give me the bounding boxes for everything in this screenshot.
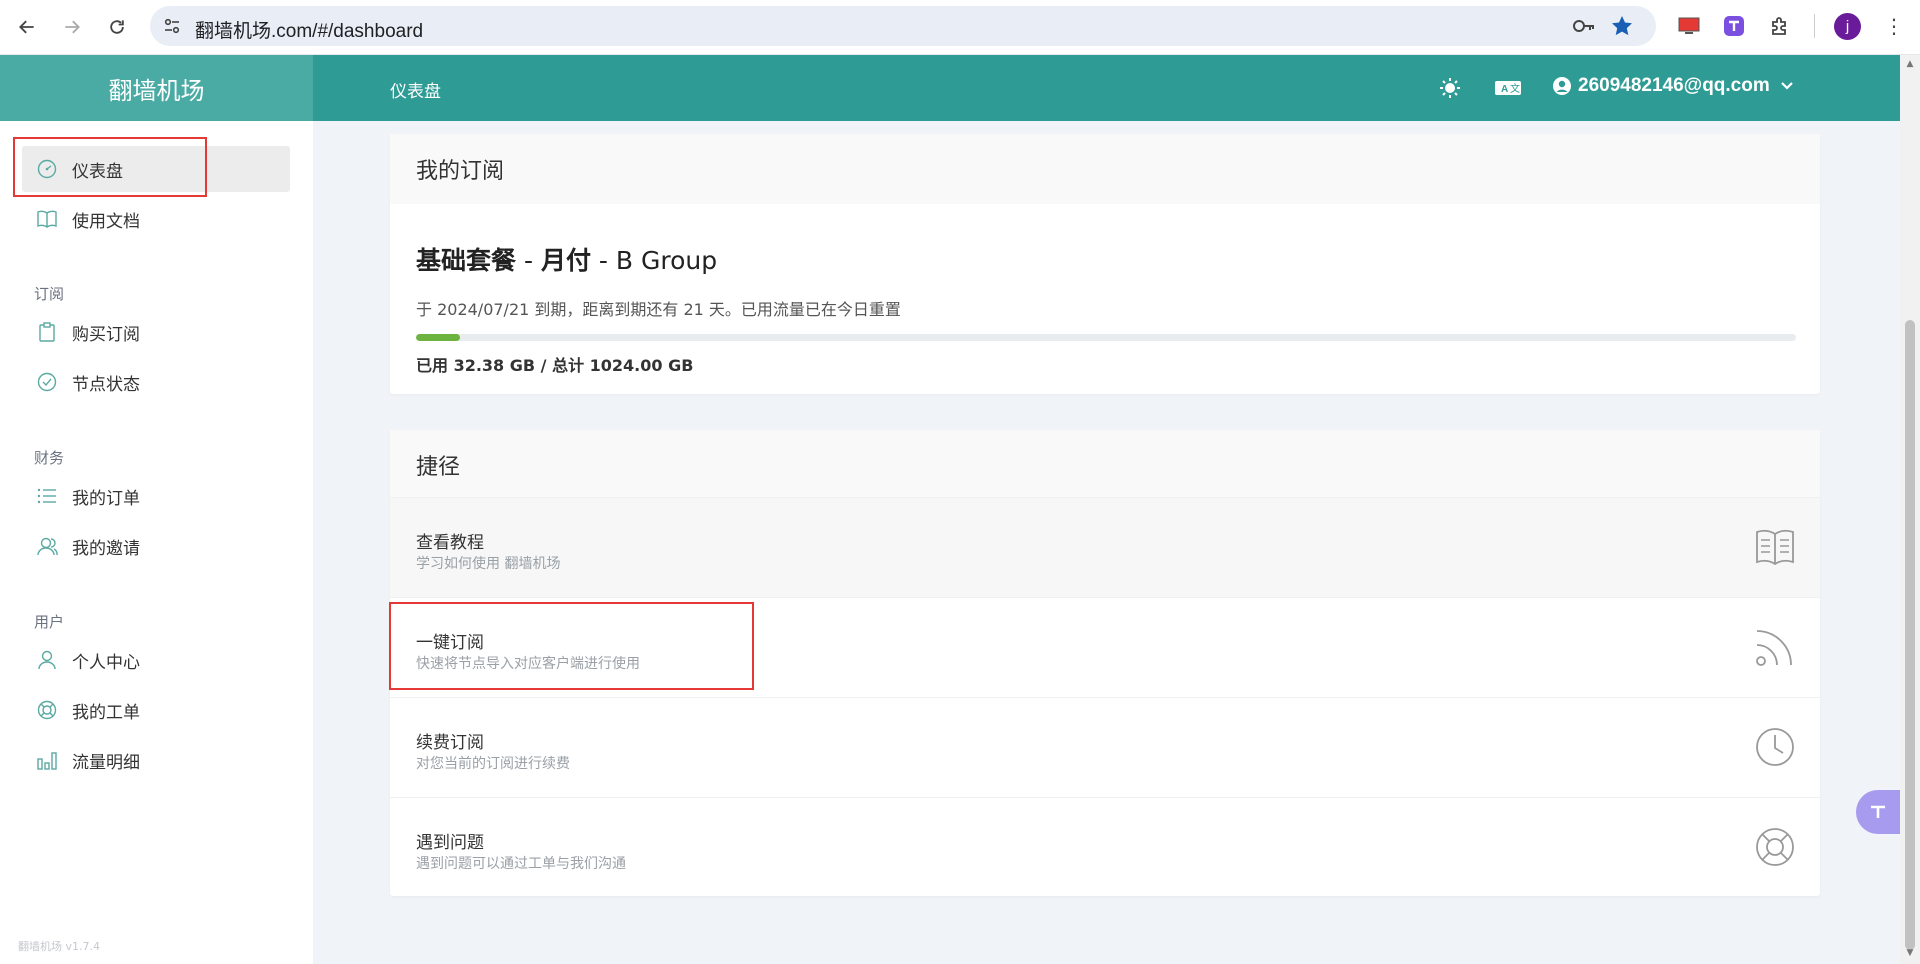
sidebar-item-label: 我的订单 bbox=[72, 488, 140, 509]
version-label: 翻墙机场 v1.7.4 bbox=[18, 940, 100, 953]
sidebar-item-buy-subscription[interactable]: 购买订阅 bbox=[22, 309, 290, 355]
theme-toggle-sun-icon[interactable] bbox=[1438, 76, 1462, 100]
traffic-progress-fill bbox=[416, 334, 460, 341]
lifebuoy-icon bbox=[36, 699, 58, 721]
brand-logo-text[interactable]: 翻墙机场 bbox=[109, 71, 205, 106]
shortcut-desc: 对您当前的订阅进行续费 bbox=[416, 756, 570, 772]
shortcut-title: 续费订阅 bbox=[416, 733, 484, 753]
plan-name: 基础套餐 - 月付 - B Group bbox=[416, 241, 717, 277]
site-info-icon[interactable] bbox=[162, 16, 182, 36]
sidebar-item-my-orders[interactable]: 我的订单 bbox=[22, 473, 290, 519]
back-button[interactable] bbox=[12, 12, 42, 42]
book-icon bbox=[36, 208, 58, 230]
highlight-box-dashboard bbox=[13, 137, 207, 197]
arrow-right-icon bbox=[65, 20, 80, 34]
forward-button[interactable] bbox=[57, 12, 87, 42]
key-icon[interactable] bbox=[1572, 16, 1596, 36]
sidebar-item-docs[interactable]: 使用文档 bbox=[22, 196, 290, 242]
user-circle-icon bbox=[1553, 77, 1571, 95]
sidebar-item-label: 购买订阅 bbox=[72, 324, 140, 345]
app-header: 翻墙机场 仪表盘 A文 2609482146@qq.com bbox=[0, 55, 1900, 121]
sidebar-item-my-invites[interactable]: 我的邀请 bbox=[22, 523, 290, 569]
sidebar-group-title: 财务 bbox=[34, 449, 65, 467]
clipboard-icon bbox=[36, 321, 58, 343]
sidebar: 仪表盘 使用文档 订阅 购买订阅 节点状态 财务 我的订单 我的邀请 用户 个人… bbox=[0, 121, 313, 964]
extension-translate-icon[interactable] bbox=[1722, 14, 1746, 38]
traffic-progress-bar bbox=[416, 334, 1796, 341]
usage-text: 已用 32.38 GB / 总计 1024.00 GB bbox=[416, 356, 694, 375]
shortcut-renew[interactable]: 续费订阅 对您当前的订阅进行续费 bbox=[390, 697, 1820, 797]
user-icon bbox=[36, 649, 58, 671]
svg-text:文: 文 bbox=[1510, 82, 1520, 95]
shortcut-title: 查看教程 bbox=[416, 533, 484, 553]
sidebar-item-label: 流量明细 bbox=[72, 752, 140, 773]
sidebar-item-tickets[interactable]: 我的工单 bbox=[22, 687, 290, 733]
shortcut-desc: 遇到问题可以通过工单与我们沟通 bbox=[416, 856, 626, 872]
chevron-down-icon[interactable] bbox=[1780, 79, 1794, 93]
plan-group: - B Group bbox=[590, 246, 718, 275]
reload-button[interactable] bbox=[102, 12, 132, 42]
check-circle-icon bbox=[36, 371, 58, 393]
scrollbar-thumb[interactable] bbox=[1905, 320, 1915, 950]
profile-avatar[interactable]: j bbox=[1834, 13, 1861, 40]
reload-icon bbox=[110, 20, 124, 34]
shortcut-help[interactable]: 遇到问题 遇到问题可以通过工单与我们沟通 bbox=[390, 797, 1820, 897]
highlight-box-one-click bbox=[389, 602, 754, 690]
sidebar-item-label: 节点状态 bbox=[72, 374, 140, 395]
card-heading: 我的订阅 bbox=[390, 134, 1820, 204]
list-icon bbox=[36, 485, 58, 507]
shortcut-title: 遇到问题 bbox=[416, 833, 484, 853]
sidebar-item-label: 个人中心 bbox=[72, 652, 140, 673]
clock-icon bbox=[1756, 728, 1794, 766]
translate-icon bbox=[1871, 805, 1885, 818]
svg-text:A: A bbox=[1501, 84, 1508, 95]
expiry-text: 于 2024/07/21 到期，距离到期还有 21 天。已用流量已在今日重置 bbox=[416, 300, 901, 319]
sidebar-item-traffic-details[interactable]: 流量明细 bbox=[22, 737, 290, 783]
lifebuoy-icon bbox=[1756, 828, 1794, 866]
extension-screen-icon[interactable] bbox=[1677, 14, 1701, 38]
users-icon bbox=[36, 535, 58, 557]
book-open-icon bbox=[1756, 529, 1794, 566]
browser-toolbar: 翻墙机场.com/#/dashboard j ⋮ bbox=[0, 0, 1920, 55]
extensions-puzzle-icon[interactable] bbox=[1768, 14, 1792, 38]
user-email[interactable]: 2609482146@qq.com bbox=[1578, 75, 1770, 97]
url-text[interactable]: 翻墙机场.com/#/dashboard bbox=[195, 16, 423, 43]
brand-area[interactable]: 翻墙机场 bbox=[0, 55, 313, 121]
sidebar-item-label: 我的工单 bbox=[72, 702, 140, 723]
plan-cycle: 月付 bbox=[540, 246, 591, 275]
bookmark-star-icon[interactable] bbox=[1610, 14, 1634, 38]
page-scrollbar[interactable]: ▲ ▼ bbox=[1900, 55, 1920, 964]
arrow-left-icon bbox=[19, 20, 34, 34]
floating-translate-button[interactable] bbox=[1856, 790, 1900, 834]
plan-separator: - bbox=[516, 246, 541, 275]
browser-menu-icon[interactable]: ⋮ bbox=[1884, 14, 1904, 38]
scroll-down-arrow-icon[interactable]: ▼ bbox=[1905, 948, 1915, 958]
address-bar[interactable]: 翻墙机场.com/#/dashboard bbox=[150, 6, 1656, 46]
sidebar-item-node-status[interactable]: 节点状态 bbox=[22, 359, 290, 405]
plan-base: 基础套餐 bbox=[416, 246, 517, 275]
scroll-up-arrow-icon[interactable]: ▲ bbox=[1905, 59, 1915, 69]
bar-chart-icon bbox=[36, 749, 58, 771]
toolbar-divider bbox=[1814, 14, 1815, 38]
sidebar-group-title: 用户 bbox=[34, 613, 65, 631]
card-heading: 捷径 bbox=[390, 430, 1820, 500]
subscription-card: 我的订阅 基础套餐 - 月付 - B Group 于 2024/07/21 到期… bbox=[390, 134, 1820, 394]
sidebar-item-label: 我的邀请 bbox=[72, 538, 140, 559]
sidebar-group-title: 订阅 bbox=[34, 285, 65, 303]
shortcut-tutorial[interactable]: 查看教程 学习如何使用 翻墙机场 bbox=[390, 497, 1820, 597]
language-switch-icon[interactable]: A文 bbox=[1494, 76, 1522, 100]
user-menu[interactable]: 2609482146@qq.com bbox=[1552, 75, 1800, 97]
rss-icon bbox=[1756, 630, 1792, 666]
sidebar-item-label: 使用文档 bbox=[72, 211, 140, 232]
shortcut-desc: 学习如何使用 翻墙机场 bbox=[416, 556, 561, 572]
page-title: 仪表盘 bbox=[390, 82, 441, 102]
sidebar-item-profile[interactable]: 个人中心 bbox=[22, 637, 290, 683]
